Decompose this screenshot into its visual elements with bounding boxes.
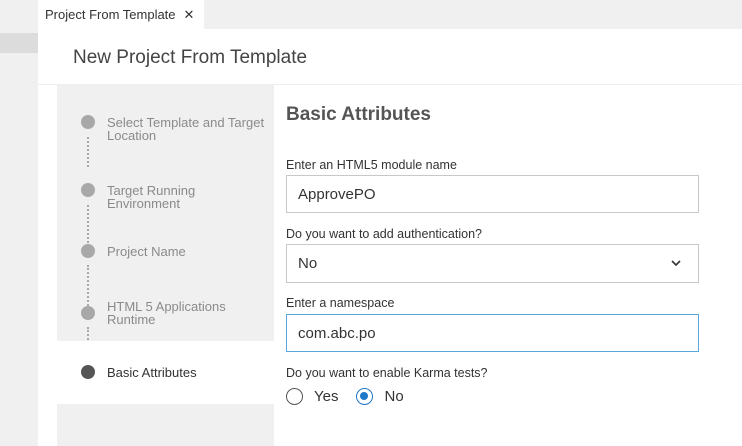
radio-label: No [384,388,404,405]
authentication-selected-value: No [298,255,318,272]
step-project-name[interactable]: Project Name [57,240,274,270]
step-html5-runtime[interactable]: HTML 5 Applications Runtime [57,298,274,338]
namespace-input[interactable] [286,314,699,352]
step-target-running-environment[interactable]: Target Running Environment [57,177,274,217]
module-name-label: Enter an HTML5 module name [286,158,457,172]
step-basic-attributes[interactable]: Basic Attributes [57,341,274,404]
namespace-label: Enter a namespace [286,296,395,310]
basic-attributes-form: Basic Attributes Enter an HTML5 module n… [286,85,742,446]
step-dot-icon [81,244,95,258]
tab-project-from-template[interactable]: Project From Template ✕ [38,0,204,29]
step-select-template[interactable]: Select Template and Target Location [57,109,274,149]
module-name-input[interactable] [286,175,699,213]
left-gutter [0,29,38,446]
step-label: Project Name [107,244,186,259]
karma-yes-radio[interactable]: Yes [286,388,338,405]
step-label: Target Running Environment [107,183,196,211]
left-side-strip [0,33,38,53]
karma-no-radio[interactable]: No [356,388,404,405]
step-label: Basic Attributes [107,365,197,380]
step-label: Select Template and Target Location [107,115,265,143]
step-dot-icon [81,306,95,320]
karma-tests-label: Do you want to enable Karma tests? [286,366,488,380]
tab-title: Project From Template [45,7,176,22]
authentication-label: Do you want to add authentication? [286,227,482,241]
radio-unchecked-icon [286,388,303,405]
wizard-dialog: New Project From Template Select Templat… [38,29,742,446]
authentication-select[interactable]: No [286,244,699,283]
wizard-steps: Select Template and Target Location Targ… [57,85,274,446]
close-icon[interactable]: ✕ [184,7,195,23]
step-dot-icon [81,115,95,129]
tab-bar: Project From Template ✕ [0,0,742,29]
chevron-down-icon [671,260,681,267]
radio-checked-icon [356,388,374,405]
radio-label: Yes [314,388,339,405]
karma-tests-radio-group: Yes No [286,388,422,405]
step-label: HTML 5 Applications Runtime [107,299,226,327]
step-dot-icon [81,183,95,197]
section-title: Basic Attributes [286,104,431,125]
step-dot-icon [81,365,95,379]
page-title: New Project From Template [73,47,308,68]
